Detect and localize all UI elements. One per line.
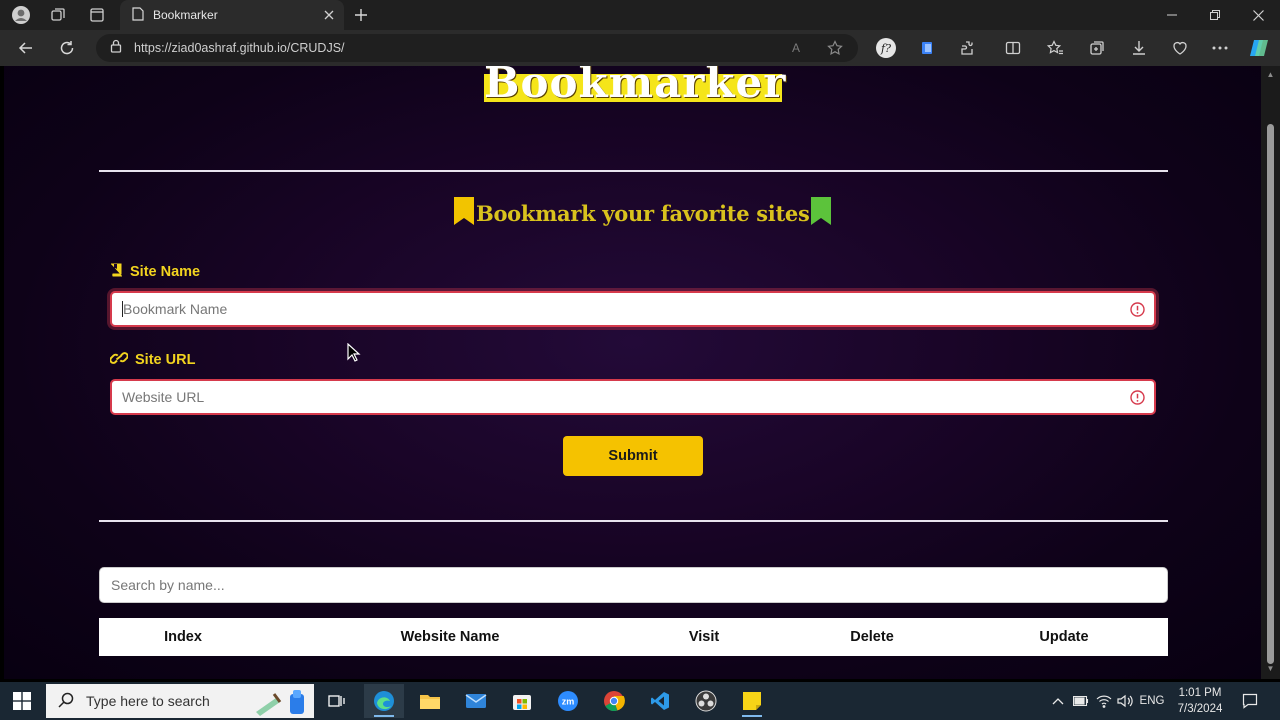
browser-titlebar: Bookmarker xyxy=(0,0,1280,30)
tab-bookmarker[interactable]: Bookmarker xyxy=(120,0,344,30)
address-bar[interactable]: https://ziad0ashraf.github.io/CRUDJS/ A xyxy=(96,34,858,62)
workspaces-icon[interactable] xyxy=(45,3,71,27)
minimize-icon[interactable] xyxy=(1150,0,1194,30)
link-icon xyxy=(109,351,129,369)
invalid-warning-icon xyxy=(1130,302,1145,317)
scrollbar-thumb[interactable] xyxy=(1267,124,1274,664)
task-view-icon[interactable] xyxy=(317,684,357,718)
site-name-placeholder: Bookmark Name xyxy=(123,301,228,317)
split-screen-icon[interactable] xyxy=(1000,36,1026,60)
chrome-icon[interactable] xyxy=(594,684,634,718)
book-icon xyxy=(110,263,123,281)
column-header-delete: Delete xyxy=(850,629,894,645)
show-hidden-icons-icon[interactable] xyxy=(1048,682,1068,720)
site-name-label: Site Name xyxy=(110,262,200,282)
new-tab-icon[interactable] xyxy=(349,3,373,27)
back-icon[interactable] xyxy=(13,36,39,60)
column-header-website-name: Website Name xyxy=(400,629,500,645)
column-header-update: Update xyxy=(1039,629,1089,645)
column-header-index: Index xyxy=(164,629,202,645)
site-name-input[interactable]: Bookmark Name xyxy=(110,291,1156,327)
close-window-icon[interactable] xyxy=(1236,0,1280,30)
microsoft-store-icon[interactable] xyxy=(502,684,542,718)
language-indicator[interactable]: ENG xyxy=(1138,682,1166,720)
subheading-text: Bookmark your favorite sites xyxy=(476,200,810,226)
extension-blue-icon[interactable] xyxy=(914,36,940,60)
search-placeholder: Search by name... xyxy=(111,577,225,593)
tab-close-icon[interactable] xyxy=(318,4,340,26)
divider-top xyxy=(99,170,1168,172)
clock-date: 7/3/2024 xyxy=(1177,703,1223,715)
lock-icon[interactable] xyxy=(110,39,122,58)
invalid-warning-icon xyxy=(1130,390,1145,405)
wifi-icon[interactable] xyxy=(1094,682,1114,720)
logo-text: Bookmarker xyxy=(484,66,787,107)
browser-essentials-icon[interactable] xyxy=(1167,36,1193,60)
refresh-icon[interactable] xyxy=(54,36,80,60)
obs-icon[interactable] xyxy=(686,684,726,718)
logo: Bookmarker xyxy=(484,66,787,110)
clock-time: 1:01 PM xyxy=(1178,687,1222,699)
collections-icon[interactable] xyxy=(1084,36,1110,60)
search-highlight-illustration-icon xyxy=(252,688,308,719)
page-icon xyxy=(132,6,144,24)
file-explorer-icon[interactable] xyxy=(410,684,450,718)
volume-icon[interactable] xyxy=(1115,682,1135,720)
sticky-notes-icon[interactable] xyxy=(732,684,772,718)
copilot-icon[interactable] xyxy=(1246,36,1272,60)
battery-icon[interactable] xyxy=(1071,682,1091,720)
bookmarks-table-header: Index Website Name Visit Delete Update xyxy=(99,618,1168,656)
windows-taskbar: Type here to search zm ENG 1:01 PM 7/3/2… xyxy=(0,682,1280,720)
url-text[interactable]: https://ziad0ashraf.github.io/CRUDJS/ xyxy=(134,41,345,55)
site-url-label-text: Site URL xyxy=(135,352,196,368)
formula-extension-icon[interactable]: f? xyxy=(873,36,899,60)
site-name-label-text: Site Name xyxy=(130,264,201,280)
scroll-up-icon[interactable]: ▲ xyxy=(1266,70,1275,79)
mail-icon[interactable] xyxy=(456,684,496,718)
divider-bottom xyxy=(99,520,1168,522)
taskbar-clock[interactable]: 1:01 PM 7/3/2024 xyxy=(1168,685,1232,717)
restore-icon[interactable] xyxy=(1193,0,1237,30)
taskbar-search[interactable]: Type here to search xyxy=(46,684,314,718)
browser-toolbar: https://ziad0ashraf.github.io/CRUDJS/ A … xyxy=(0,30,1280,66)
tab-title: Bookmarker xyxy=(153,8,218,22)
more-menu-icon[interactable] xyxy=(1207,36,1233,60)
submit-button[interactable]: Submit xyxy=(563,436,703,476)
site-url-label: Site URL xyxy=(109,350,196,370)
page-scrollbar[interactable]: ▲ ▼ xyxy=(1261,66,1280,679)
vscode-icon[interactable] xyxy=(640,684,680,718)
profile-avatar-icon[interactable] xyxy=(8,3,34,27)
search-input[interactable]: Search by name... xyxy=(99,567,1168,603)
notifications-icon[interactable] xyxy=(1238,682,1262,720)
site-url-placeholder: Website URL xyxy=(122,389,205,405)
site-url-input[interactable]: Website URL xyxy=(110,379,1156,415)
svg-text:f?: f? xyxy=(880,42,891,55)
zoom-icon-label: zm xyxy=(562,697,575,707)
edge-taskbar-icon[interactable] xyxy=(364,684,404,718)
mouse-cursor-icon xyxy=(347,342,361,368)
bookmark-yellow-icon xyxy=(453,196,475,231)
downloads-icon[interactable] xyxy=(1126,36,1152,60)
search-icon xyxy=(58,692,74,711)
taskbar-search-placeholder: Type here to search xyxy=(86,693,210,709)
bookmark-green-icon xyxy=(810,196,832,231)
windows-start-icon[interactable] xyxy=(8,688,36,714)
subheading: Bookmark your favorite sites xyxy=(453,196,832,230)
column-header-visit: Visit xyxy=(688,629,720,645)
tab-actions-icon[interactable] xyxy=(84,3,110,27)
page-viewport: Bookmarker Bookmark your favorite sites … xyxy=(4,66,1261,679)
favorite-star-icon[interactable] xyxy=(825,38,845,58)
favorites-icon[interactable] xyxy=(1042,36,1068,60)
extensions-puzzle-icon[interactable] xyxy=(955,36,981,60)
read-aloud-icon[interactable]: A xyxy=(786,38,806,58)
zoom-icon[interactable]: zm xyxy=(548,684,588,718)
scroll-down-icon[interactable]: ▼ xyxy=(1266,664,1275,673)
